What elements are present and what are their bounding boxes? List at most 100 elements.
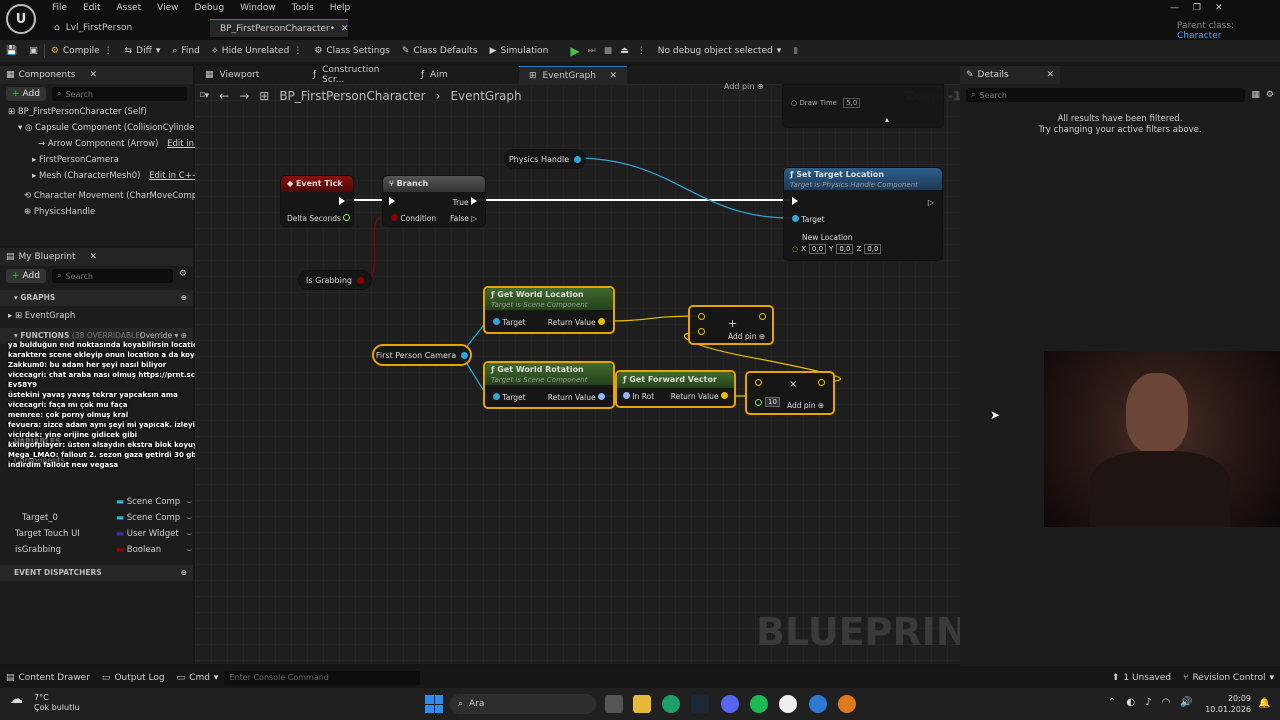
event-dispatchers-section[interactable]: EVENT DISPATCHERS ⊕ <box>0 565 193 581</box>
component-self[interactable]: ⊞ BP_FirstPersonCharacter (Self) <box>8 104 193 120</box>
add-pin-button[interactable]: Add pin ⊕ <box>787 401 824 410</box>
eye-icon[interactable]: ⌣ <box>186 542 192 558</box>
blender-icon[interactable] <box>838 695 856 713</box>
exec-in-pin[interactable] <box>389 197 395 207</box>
step-icon[interactable]: ⏭ <box>588 46 596 56</box>
unreal-logo-icon[interactable]: U <box>6 4 36 34</box>
node-is-grabbing-getter[interactable]: Is Grabbing <box>298 270 372 290</box>
edge-icon[interactable] <box>662 695 680 713</box>
variable-row[interactable]: Target Touch UI ▬ User Widget ⌣ <box>14 526 192 542</box>
steam-icon[interactable] <box>691 695 709 713</box>
browse-icon[interactable]: ▣ <box>23 41 44 61</box>
add-graph-icon[interactable]: ⊕ <box>181 290 187 306</box>
weather-widget[interactable]: ☁ 7°C Çok bulutlu <box>10 693 80 713</box>
node-multiply[interactable]: 10 × Add pin ⊕ <box>745 371 835 415</box>
cmd-dropdown[interactable]: ▭ Cmd ▾ <box>171 668 225 688</box>
class-settings-button[interactable]: ⚙ Class Settings <box>308 41 396 61</box>
node-get-forward-vector[interactable]: ƒ Get Forward Vector In Rot Return Value <box>615 370 736 408</box>
menu-tools[interactable]: Tools <box>284 2 322 14</box>
graph-eventgraph[interactable]: ▸ ⊞ EventGraph <box>8 308 75 324</box>
tab-aim[interactable]: ƒ Aim <box>411 66 519 84</box>
tab-level[interactable]: ⌂ Lvl_FirstPerson <box>44 19 204 37</box>
condition-pin[interactable]: Condition <box>391 214 436 223</box>
revision-control-button[interactable]: ⑂ Revision Control ▾ <box>1177 668 1280 688</box>
tab-construction-script[interactable]: ƒ Construction Scr... <box>303 65 411 85</box>
node-branch[interactable]: ⑂ Branch True Condition False ▷ <box>382 175 486 227</box>
components-search[interactable]: ⌕ Search <box>51 87 187 101</box>
notification-icon[interactable]: 🔔 <box>1258 698 1270 709</box>
my-blueprint-tab[interactable]: ▤ My Blueprint ✕ <box>0 248 193 266</box>
component-camera[interactable]: ▸ FirstPersonCamera <box>8 152 193 168</box>
find-button[interactable]: ⌕ Find <box>166 41 206 61</box>
debug-filter-icon[interactable]: ▮ <box>787 41 804 61</box>
node-physics-handle-getter[interactable]: Physics Handle <box>504 149 586 169</box>
component-movement[interactable]: ⟲ Character Movement (CharMoveComp) <box>8 188 200 204</box>
unsaved-button[interactable]: ⬆ 1 Unsaved <box>1106 668 1177 688</box>
wifi-icon[interactable]: ◠ <box>1162 697 1171 708</box>
variable-row[interactable]: ▬ Scene Comp ⌣ <box>14 494 192 510</box>
taskbar-search[interactable]: ⌕ Ara <box>450 694 596 714</box>
true-pin[interactable]: True <box>453 197 477 207</box>
object-pin-icon[interactable] <box>461 351 469 359</box>
return-value-pin[interactable]: Return Value <box>671 392 728 401</box>
node-camera-getter[interactable]: First Person Camera <box>372 344 472 366</box>
edit-cpp-link[interactable]: Edit in C++ <box>149 171 199 181</box>
details-search[interactable]: ⌕ Search <box>966 88 1246 102</box>
tab-blueprint[interactable]: BP_FirstPersonCharacter• ✕ <box>210 19 349 37</box>
object-pin-icon[interactable] <box>574 155 582 163</box>
node-set-target-location[interactable]: ƒ Set Target Location Target is Physics … <box>783 167 943 261</box>
node-add[interactable]: + Add pin ⊕ <box>688 305 774 345</box>
component-arrow[interactable]: → Arrow Component (Arrow) Edit in C++ <box>8 136 217 152</box>
exec-out-pin[interactable] <box>339 197 345 207</box>
eye-icon[interactable]: ⌣ <box>186 510 192 526</box>
menu-asset[interactable]: Asset <box>109 2 150 14</box>
close-icon[interactable]: ✕ <box>609 71 617 81</box>
variable-row[interactable]: isGrabbing ▬ Boolean ⌣ <box>14 542 192 558</box>
add-member-button[interactable]: + Add <box>6 269 46 283</box>
output-pin[interactable] <box>818 379 825 388</box>
components-tab[interactable]: ▦ Components ✕ <box>0 66 193 84</box>
component-mesh[interactable]: ▸ Mesh (CharacterMesh0) Edit in C++ <box>8 168 199 184</box>
minimize-icon[interactable]: — <box>1170 3 1179 13</box>
microphone-icon[interactable]: ♪ <box>1145 697 1151 708</box>
file-explorer-icon[interactable] <box>633 695 651 713</box>
bool-pin-icon[interactable] <box>357 276 364 284</box>
close-icon[interactable]: ✕ <box>89 252 97 262</box>
close-icon[interactable]: ✕ <box>341 24 349 34</box>
tab-eventgraph[interactable]: ⊞ EventGraph ✕ <box>519 66 627 84</box>
menu-view[interactable]: View <box>149 2 186 14</box>
compile-button[interactable]: ⚙ Compile ⋮ <box>45 41 119 61</box>
component-capsule[interactable]: ▾ ◎ Capsule Component (CollisionCylinder… <box>8 120 201 136</box>
spotify-icon[interactable] <box>750 695 768 713</box>
exec-in-pin[interactable] <box>792 197 798 207</box>
return-value-pin[interactable]: Return Value <box>548 318 605 327</box>
input-pin-a[interactable] <box>755 379 762 388</box>
save-icon[interactable]: 💾 <box>0 41 23 61</box>
input-pin-b[interactable] <box>698 328 705 337</box>
maximize-icon[interactable]: ❐ <box>1193 3 1201 13</box>
my-blueprint-search[interactable]: ⌕ Search <box>51 269 173 283</box>
false-pin[interactable]: False ▷ <box>450 214 477 223</box>
hide-unrelated-button[interactable]: ⟡ Hide Unrelated ⋮ <box>206 41 308 61</box>
node-get-world-location[interactable]: ƒ Get World Location Target is Scene Com… <box>483 286 615 334</box>
gear-icon[interactable]: ⚙ <box>179 269 187 283</box>
eye-icon[interactable]: ⌣ <box>186 494 192 510</box>
in-rot-pin[interactable]: In Rot <box>623 392 654 401</box>
details-tab[interactable]: ✎ Details ✕ <box>960 66 1060 84</box>
chevron-up-icon[interactable]: ⌃ <box>1108 697 1116 708</box>
new-location-pin[interactable]: ◌ X 0,0 Y 0,0 Z 0,0 <box>792 244 882 254</box>
eye-icon[interactable]: ⌣ <box>186 526 192 542</box>
grid-view-icon[interactable]: ▦ <box>1251 90 1260 100</box>
node-event-tick[interactable]: ◆ Event Tick Delta Seconds <box>280 175 354 227</box>
close-icon[interactable]: ✕ <box>89 70 97 80</box>
graphs-section[interactable]: ▾ GRAPHS ⊕ <box>0 290 193 306</box>
debug-object-dropdown[interactable]: No debug object selected ▾ <box>652 41 787 61</box>
speaker-icon[interactable]: ◐ <box>1126 697 1135 708</box>
eject-icon[interactable]: ⏏ <box>620 46 629 56</box>
unreal-engine-icon[interactable] <box>779 695 797 713</box>
volume-icon[interactable]: 🔊 <box>1180 697 1192 708</box>
class-defaults-button[interactable]: ✎ Class Defaults <box>396 41 484 61</box>
add-pin-button[interactable]: Add pin ⊕ <box>728 332 765 341</box>
windows-start-icon[interactable] <box>425 695 443 713</box>
gear-icon[interactable]: ⚙ <box>1266 90 1274 100</box>
